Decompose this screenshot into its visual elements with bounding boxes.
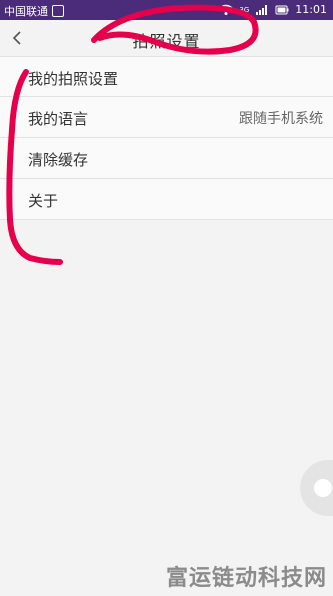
network-type: 3G (239, 5, 250, 14)
clock: 11:01 (295, 3, 327, 16)
page-title: 拍照设置 (132, 32, 201, 51)
settings-item-clear-cache[interactable]: 清除缓存 (0, 138, 333, 179)
settings-item-label: 清除缓存 (28, 151, 89, 169)
status-bar: 中国联通 3G 11:01 (0, 0, 333, 20)
sim-icon (52, 5, 64, 17)
settings-item-photo[interactable]: 我的拍照设置 (0, 56, 333, 97)
carrier-label: 中国联通 (4, 5, 48, 18)
settings-item-language[interactable]: 我的语言 跟随手机系统 (0, 97, 333, 138)
settings-list: 我的拍照设置 我的语言 跟随手机系统 清除缓存 关于 (0, 56, 333, 220)
floating-assist-button[interactable] (300, 460, 333, 516)
status-right: 3G 11:01 (219, 3, 327, 16)
signal-icon (255, 4, 269, 16)
battery-icon (275, 4, 289, 16)
settings-item-value: 跟随手机系统 (239, 111, 323, 127)
settings-item-label: 关于 (28, 192, 59, 210)
status-left: 中国联通 (4, 3, 64, 19)
watermark: 富运链动科技网 (165, 566, 327, 591)
settings-item-about[interactable]: 关于 (0, 179, 333, 220)
header: 拍照设置 (0, 20, 333, 56)
settings-item-label: 我的语言 (28, 110, 89, 128)
settings-item-label: 我的拍照设置 (28, 70, 119, 88)
wifi-icon (219, 4, 233, 16)
floating-button-dot (314, 479, 332, 497)
